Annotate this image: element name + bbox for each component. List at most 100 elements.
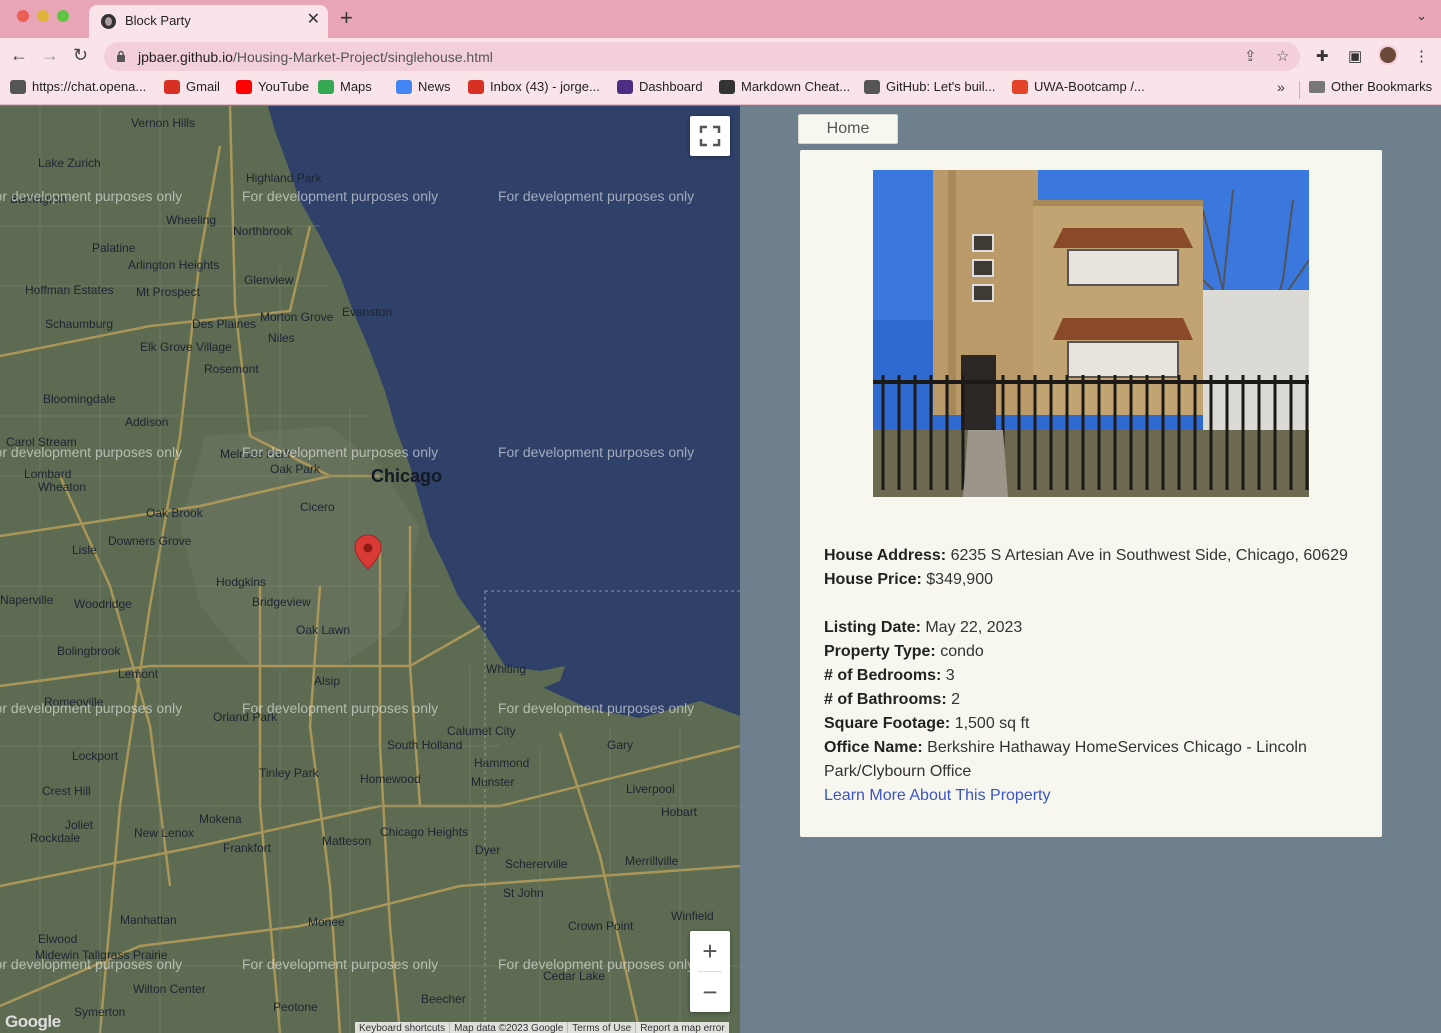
google-logo: Google xyxy=(5,1012,61,1031)
map-view[interactable]: Vernon Hills Lake Zurich Highland Park Barr… xyxy=(0,106,740,1033)
bookmark-item[interactable]: News xyxy=(396,79,451,94)
close-tab-icon[interactable]: ✕ xyxy=(307,11,320,29)
map-place-label: Symerton xyxy=(74,1005,126,1019)
map-footer: Keyboard shortcuts Map data ©2023 Google… xyxy=(355,1022,729,1033)
bookmark-item[interactable]: Inbox (43) - jorge... xyxy=(468,79,600,94)
dev-watermark: For development purposes only xyxy=(242,188,439,204)
other-bookmarks-folder[interactable]: Other Bookmarks xyxy=(1309,79,1432,94)
dev-watermark: For development purposes only xyxy=(0,700,183,716)
dev-watermark: For development purposes only xyxy=(498,956,695,972)
keyboard-shortcuts-link[interactable]: Keyboard shortcuts xyxy=(355,1022,449,1033)
map-place-label: Hobart xyxy=(661,805,698,819)
map-marker-icon[interactable] xyxy=(354,534,382,570)
address-row: House Address: 6235 S Artesian Ave in So… xyxy=(824,547,1348,564)
map-place-label: Vernon Hills xyxy=(131,116,196,130)
menu-icon[interactable]: ⋮ xyxy=(1414,47,1429,65)
map-place-label: Munster xyxy=(471,775,515,789)
map-place-label: Lombard xyxy=(24,467,72,481)
map-place-label: Addison xyxy=(125,415,169,429)
dev-watermark: For development purposes only xyxy=(498,444,695,460)
map-place-label: New Lenox xyxy=(134,826,195,840)
map-place-label: Mt Prospect xyxy=(136,285,201,299)
price-row: House Price: $349,900 xyxy=(824,571,993,588)
map-place-label: Elwood xyxy=(38,932,78,946)
price-value: $349,900 xyxy=(926,571,993,588)
gitlab-icon xyxy=(1012,79,1028,94)
bookmark-item[interactable]: Maps xyxy=(318,79,372,94)
close-window-button[interactable] xyxy=(17,10,29,22)
square-footage-row: Square Footage: 1,500 sq ft xyxy=(824,715,1030,732)
more-bookmarks-icon[interactable]: » xyxy=(1277,79,1285,95)
map-place-label: Naperville xyxy=(0,593,54,607)
reload-icon[interactable]: ↻ xyxy=(73,44,88,66)
bookmark-label: Inbox (43) - jorge... xyxy=(490,79,600,94)
map-place-label: Arlington Heights xyxy=(128,258,220,272)
bookmark-item[interactable]: UWA-Bootcamp /... xyxy=(1012,79,1145,94)
map-place-label: Monee xyxy=(308,915,345,929)
fullscreen-icon xyxy=(699,125,721,147)
map-place-label: Oak Brook xyxy=(146,506,203,520)
bookmark-label: https://chat.opena... xyxy=(32,79,147,94)
maximize-window-button[interactable] xyxy=(57,10,69,22)
map-place-label: Palatine xyxy=(92,241,136,255)
map-place-label: Hodgkins xyxy=(216,575,267,589)
browser-toolbar: ← → ↻ jpbaer.github.io/Housing-Market-Pr… xyxy=(0,38,1441,74)
home-button[interactable]: Home xyxy=(798,114,898,144)
map-place-label: Evanston xyxy=(342,305,393,319)
bookmark-item[interactable]: YouTube xyxy=(236,79,309,94)
extensions-icon[interactable]: ✚ xyxy=(1316,47,1329,65)
map-place-label: Oak Park xyxy=(270,462,321,476)
fullscreen-button[interactable] xyxy=(690,116,730,156)
map-data-attribution: Map data ©2023 Google xyxy=(449,1022,567,1033)
zoom-out-button[interactable]: − xyxy=(690,972,730,1012)
new-tab-button[interactable]: + xyxy=(340,6,353,30)
gmail-icon xyxy=(164,79,180,94)
star-icon[interactable]: ☆ xyxy=(1276,47,1289,65)
bookmarks-bar: https://chat.opena... Gmail YouTube Maps New… xyxy=(0,74,1441,105)
bookmark-item[interactable]: https://chat.opena... xyxy=(10,79,146,94)
dev-watermark: For development purposes only xyxy=(242,444,439,460)
map-place-label: Calumet City xyxy=(447,724,516,738)
dev-watermark: For development purposes only xyxy=(498,188,695,204)
map-place-label: Des Plaines xyxy=(192,317,257,331)
report-map-error-link[interactable]: Report a map error xyxy=(635,1022,728,1033)
zoom-in-button[interactable]: + xyxy=(690,931,730,971)
bookmark-label: GitHub: Let's buil... xyxy=(886,79,996,94)
map-place-label: Crest Hill xyxy=(42,784,91,798)
map-place-label: Highland Park xyxy=(246,171,322,185)
forward-arrow-icon[interactable]: → xyxy=(41,44,59,66)
share-icon[interactable]: ⇪ xyxy=(1244,47,1257,65)
bookmark-item[interactable]: GitHub: Let's buil... xyxy=(864,79,995,94)
map-place-label: Hammond xyxy=(474,756,530,770)
map-place-label: Morton Grove xyxy=(260,310,334,324)
bathrooms-value: 2 xyxy=(951,691,961,708)
listing-details: House Address: 6235 S Artesian Ave in So… xyxy=(824,544,1364,808)
sidebar-icon[interactable]: ▣ xyxy=(1348,47,1362,65)
dev-watermark: For development purposes only xyxy=(0,444,183,460)
minimize-window-button[interactable] xyxy=(37,10,49,22)
bookmark-item[interactable]: Dashboard xyxy=(617,79,703,94)
learn-more-link[interactable]: Learn More About This Property xyxy=(824,787,1051,804)
terms-of-use-link[interactable]: Terms of Use xyxy=(567,1022,635,1033)
browser-tab[interactable]: Block Party ✕ xyxy=(89,5,328,38)
dev-watermark: For development purposes only xyxy=(0,188,183,204)
house-photo xyxy=(873,170,1309,497)
avatar[interactable] xyxy=(1378,45,1398,65)
map-place-label: Peotone xyxy=(273,1000,318,1014)
chevron-down-icon[interactable]: ⌄ xyxy=(1416,8,1427,24)
bookmark-item[interactable]: Markdown Cheat... xyxy=(719,79,850,94)
map-place-label: Winfield xyxy=(671,909,714,923)
bookmark-item[interactable]: Gmail xyxy=(164,79,220,94)
lock-icon xyxy=(117,50,125,62)
map-place-label: Alsip xyxy=(314,674,341,688)
map-place-label: Bloomingdale xyxy=(43,392,116,406)
zoom-controls: + − xyxy=(690,931,730,1012)
address-bar[interactable]: jpbaer.github.io/Housing-Market-Project/… xyxy=(104,42,1300,71)
map-place-label: Downers Grove xyxy=(108,534,192,548)
url-text: jpbaer.github.io/Housing-Market-Project/… xyxy=(138,49,493,65)
map-place-label: Rosemont xyxy=(204,362,259,376)
back-arrow-icon[interactable]: ← xyxy=(10,44,28,66)
map-place-label: Northbrook xyxy=(233,224,293,238)
map-place-label: South Holland xyxy=(387,738,463,752)
map-place-label: Joliet xyxy=(65,818,94,832)
